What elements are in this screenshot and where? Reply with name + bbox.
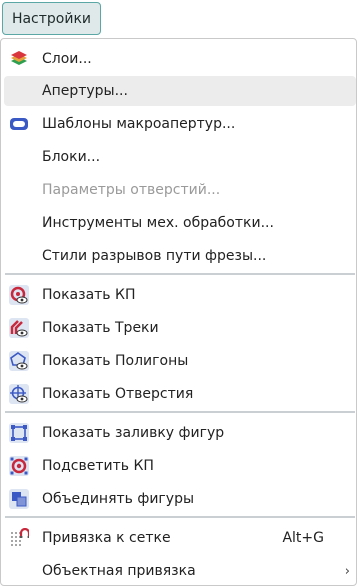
- menu-item-shortcut: Alt+G: [282, 530, 324, 546]
- show-holes-icon: [9, 384, 29, 404]
- menu-separator: [5, 411, 355, 413]
- menu-item-label: Подсветить КП: [42, 458, 154, 474]
- menu-item-label: Объектная привязка: [42, 563, 196, 579]
- menu-item-label: Привязка к сетке: [42, 530, 171, 546]
- menu-item-show-shape-fill[interactable]: Показать заливку фигур: [4, 418, 356, 448]
- macro-aperture-icon: [9, 114, 29, 134]
- merge-shapes-icon: [9, 489, 29, 509]
- menu-item-object-snap[interactable]: Объектная привязка ›: [4, 556, 356, 586]
- menu-item-label: Показать заливку фигур: [42, 425, 225, 441]
- menu-item-label: Апертуры...: [42, 83, 128, 99]
- menu-item-show-polygons[interactable]: Показать Полигоны: [4, 346, 356, 376]
- menu-separator: [5, 516, 355, 518]
- menu-item-layers[interactable]: Слои...: [4, 44, 356, 74]
- menu-item-show-holes[interactable]: Показать Отверстия: [4, 379, 356, 409]
- menu-item-label: Инструменты мех. обработки...: [42, 215, 274, 231]
- menu-item-mill-path-break-styles[interactable]: Стили разрывов пути фрезы...: [4, 241, 356, 271]
- highlight-pads-icon: [9, 456, 29, 476]
- menu-item-label: Параметры отверстий...: [42, 182, 221, 198]
- menu-item-label: Шаблоны макроапертур...: [42, 116, 236, 132]
- menu-item-label: Блоки...: [42, 149, 101, 165]
- fill-shapes-icon: [9, 423, 29, 443]
- menu-separator: [5, 273, 355, 275]
- layers-icon: [9, 49, 29, 69]
- menu-item-label: Слои...: [42, 51, 92, 67]
- menu-item-blocks[interactable]: Блоки...: [4, 142, 356, 172]
- show-polygons-icon: [9, 351, 29, 371]
- menu-item-label: Объединять фигуры: [42, 491, 195, 507]
- menu-item-highlight-pads[interactable]: Подсветить КП: [4, 451, 356, 481]
- menu-item-show-pads[interactable]: Показать КП: [4, 280, 356, 310]
- menu-item-machining-tools[interactable]: Инструменты мех. обработки...: [4, 208, 356, 238]
- menu-item-label: Стили разрывов пути фрезы...: [42, 248, 267, 264]
- show-tracks-icon: [9, 318, 29, 338]
- menu-item-macro-apertures[interactable]: Шаблоны макроапертур...: [4, 109, 356, 139]
- menu-item-apertures[interactable]: Апертуры...: [4, 76, 356, 106]
- menu-item-label: Показать КП: [42, 287, 136, 303]
- menu-item-label: Показать Полигоны: [42, 353, 189, 369]
- snap-grid-icon: [9, 528, 29, 548]
- chevron-right-icon: ›: [344, 563, 350, 579]
- menu-item-merge-shapes[interactable]: Объединять фигуры: [4, 484, 356, 514]
- menu-item-hole-parameters: Параметры отверстий...: [4, 175, 356, 205]
- settings-dropdown-menu: Слои... Апертуры... Шаблоны макроапертур…: [0, 38, 357, 586]
- menu-item-label: Показать Отверстия: [42, 386, 194, 402]
- show-pads-icon: [9, 285, 29, 305]
- menu-item-label: Показать Треки: [42, 320, 159, 336]
- menu-item-show-tracks[interactable]: Показать Треки: [4, 313, 356, 343]
- menu-item-snap-to-grid[interactable]: Привязка к сетке Alt+G: [4, 523, 356, 553]
- settings-menu-button[interactable]: Настройки: [2, 2, 101, 35]
